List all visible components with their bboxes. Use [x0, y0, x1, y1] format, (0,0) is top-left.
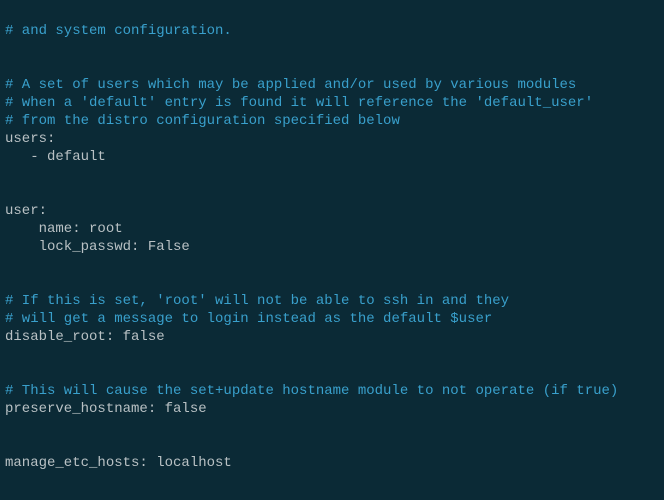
comment-line: # will get a message to login instead as…	[5, 311, 492, 327]
yaml-key-user: user:	[5, 203, 47, 219]
blank-line	[5, 256, 659, 274]
yaml-kv-preserve-hostname: preserve_hostname: false	[5, 401, 207, 417]
yaml-list-item: - default	[5, 149, 106, 165]
blank-line	[5, 418, 659, 436]
comment-line: # and system configuration.	[5, 23, 232, 39]
blank-line	[5, 346, 659, 364]
comment-line: # A set of users which may be applied an…	[5, 77, 576, 93]
blank-line	[5, 40, 659, 58]
yaml-kv-lock-passwd: lock_passwd: False	[5, 239, 190, 255]
blank-line	[5, 472, 659, 490]
comment-line: # when a 'default' entry is found it wil…	[5, 95, 593, 111]
yaml-key-users: users:	[5, 131, 55, 147]
comment-line: # This will cause the set+update hostnam…	[5, 383, 618, 399]
yaml-kv-manage-etc-hosts: manage_etc_hosts: localhost	[5, 455, 232, 471]
comment-line: # If this is set, 'root' will not be abl…	[5, 293, 509, 309]
comment-line: # from the distro configuration specifie…	[5, 113, 400, 129]
config-file-view: # and system configuration. # A set of u…	[0, 0, 664, 500]
blank-line	[5, 166, 659, 184]
yaml-kv-name: name: root	[5, 221, 123, 237]
yaml-kv-disable-root: disable_root: false	[5, 329, 165, 345]
